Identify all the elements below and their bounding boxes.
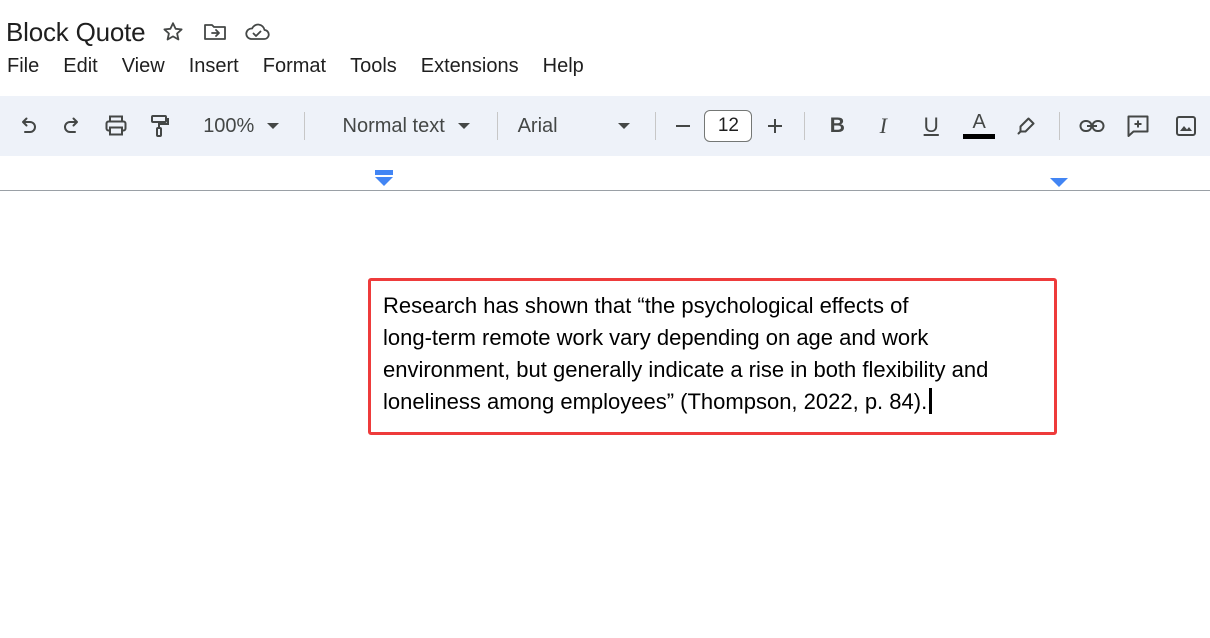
chevron-down-icon: [267, 123, 280, 129]
text-color-swatch: [963, 134, 996, 139]
quote-line: loneliness among employees” (Thompson, 2…: [383, 389, 928, 414]
undo-icon: [21, 117, 36, 133]
document-title[interactable]: Block Quote: [0, 17, 146, 48]
right-indent-marker[interactable]: [1049, 177, 1069, 187]
font-dropdown[interactable]: Arial: [508, 106, 646, 146]
toolbar-divider: [496, 112, 498, 140]
add-comment-icon: [1127, 115, 1149, 137]
menu-format[interactable]: Format: [251, 55, 338, 78]
text-cursor: [929, 388, 933, 414]
text-color-letter: A: [972, 111, 986, 133]
add-comment-button[interactable]: [1114, 106, 1162, 146]
menu-file[interactable]: File: [0, 55, 51, 78]
chevron-down-icon: [618, 123, 631, 129]
quote-line: Research has shown that “the psychologic…: [383, 293, 909, 318]
zoom-value: 100%: [203, 114, 255, 137]
quote-line: environment, but generally indicate a ri…: [383, 357, 989, 382]
left-indent-marker[interactable]: [374, 170, 394, 188]
insert-image-button[interactable]: [1162, 106, 1210, 146]
block-quote-paragraph[interactable]: Research has shown that “the psychologic…: [383, 290, 1063, 418]
font-size-field-wrap: 12: [700, 106, 756, 146]
font-value: Arial: [517, 114, 558, 137]
zoom-dropdown[interactable]: 100%: [182, 106, 294, 146]
redo-icon: [63, 117, 78, 133]
highlighter-icon: [1017, 117, 1035, 135]
quote-line: long-term remote work vary depending on …: [383, 325, 929, 350]
decrease-font-size-button[interactable]: [666, 106, 700, 146]
underline-button[interactable]: U: [907, 106, 955, 146]
increase-font-size-button[interactable]: [756, 106, 794, 146]
cloud-saved-icon[interactable]: [243, 18, 271, 46]
move-to-folder-icon[interactable]: [201, 18, 229, 46]
title-bar: Block Quote: [0, 14, 271, 50]
plus-icon: [768, 119, 783, 133]
toolbar-divider: [1059, 112, 1061, 140]
quote-line-last: loneliness among employees” (Thompson, 2…: [383, 386, 1063, 418]
font-size-input[interactable]: 12: [704, 110, 753, 142]
paint-format-button[interactable]: [138, 106, 182, 146]
menu-bar: File Edit View Insert Format Tools Exten…: [0, 52, 596, 80]
toolbar-divider: [303, 112, 305, 140]
star-icon[interactable]: [159, 18, 187, 46]
menu-tools[interactable]: Tools: [338, 55, 409, 78]
insert-link-button[interactable]: [1070, 106, 1114, 146]
menu-view[interactable]: View: [110, 55, 177, 78]
toolbar: 100% Normal text Arial 12 B I U A: [0, 96, 1210, 156]
paint-format-icon: [150, 115, 169, 137]
redo-button[interactable]: [50, 106, 94, 146]
chevron-down-icon: [457, 123, 470, 129]
menu-extensions[interactable]: Extensions: [409, 55, 531, 78]
print-button[interactable]: [94, 106, 138, 146]
minus-icon: [676, 125, 691, 127]
print-icon: [105, 115, 127, 136]
menu-help[interactable]: Help: [531, 55, 596, 78]
toolbar-divider: [804, 112, 806, 140]
menu-insert[interactable]: Insert: [177, 55, 251, 78]
ruler: [0, 156, 1210, 191]
undo-button[interactable]: [6, 106, 50, 146]
insert-image-icon: [1175, 116, 1196, 136]
paragraph-style-dropdown[interactable]: Normal text: [315, 106, 487, 146]
text-color-button[interactable]: A: [955, 106, 1003, 146]
bold-button[interactable]: B: [815, 106, 859, 146]
menu-edit[interactable]: Edit: [51, 55, 109, 78]
toolbar-divider: [655, 112, 657, 140]
italic-button[interactable]: I: [859, 106, 907, 146]
paragraph-style-value: Normal text: [342, 114, 445, 137]
link-icon: [1079, 120, 1105, 132]
highlight-color-button[interactable]: [1003, 106, 1049, 146]
